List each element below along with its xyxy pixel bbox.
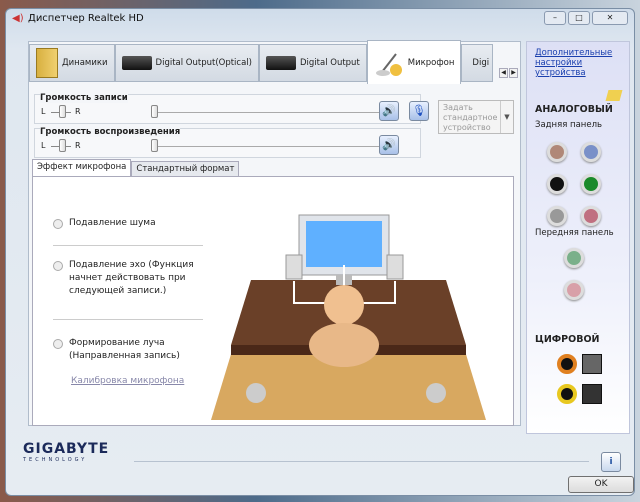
rear-audio-jack[interactable] bbox=[547, 206, 567, 226]
mic-effects-pane: Подавление шума Подавление эхо (Функция … bbox=[32, 176, 514, 426]
rear-audio-jack[interactable] bbox=[581, 142, 601, 162]
realtek-window: ◀) Диспетчер Realtek HD – □ ✕ Динамики D… bbox=[5, 8, 635, 496]
left-label: L bbox=[41, 107, 46, 116]
gigabyte-logo: GIGABYTE TECHNOLOGY bbox=[23, 441, 110, 463]
recording-volume-slider[interactable] bbox=[151, 105, 158, 118]
info-button[interactable]: i bbox=[601, 452, 621, 472]
front-audio-jack[interactable] bbox=[564, 280, 584, 300]
beamforming-option[interactable]: Формирование луча (Направленная запись) bbox=[53, 337, 213, 363]
tab-speakers[interactable]: Динамики bbox=[29, 44, 115, 82]
room-illustration bbox=[211, 214, 486, 420]
calibrate-microphone-link[interactable]: Калибровка микрофона bbox=[71, 376, 184, 386]
analog-heading: АНАЛОГОВЫЙ bbox=[535, 104, 613, 115]
playback-balance-slider[interactable] bbox=[59, 139, 66, 152]
recording-balance-slider[interactable] bbox=[59, 105, 66, 118]
microphone-boost-button[interactable]: 🎙 bbox=[409, 101, 429, 121]
main-panel: Динамики Digital Output(Optical) Digital… bbox=[28, 40, 521, 426]
noise-suppression-radio[interactable] bbox=[53, 219, 63, 229]
tab-label: Digi bbox=[472, 58, 490, 68]
tab-scroll-left[interactable]: ◀ bbox=[499, 68, 508, 78]
recording-mute-button[interactable]: 🔊 bbox=[379, 101, 399, 121]
echo-cancellation-radio[interactable] bbox=[53, 261, 63, 271]
tab-digital-optical[interactable]: Digital Output(Optical) bbox=[114, 44, 259, 82]
ok-button[interactable]: OK bbox=[568, 476, 634, 493]
device-icon bbox=[121, 56, 152, 70]
noise-suppression-option[interactable]: Подавление шума bbox=[53, 217, 203, 230]
folder-icon[interactable] bbox=[605, 90, 623, 101]
beamforming-radio[interactable] bbox=[53, 339, 63, 349]
digital-heading: ЦИФРОВОЙ bbox=[535, 334, 600, 345]
option-label: Подавление шума bbox=[69, 218, 156, 228]
tab-digital-more[interactable]: Digi bbox=[461, 44, 494, 82]
coaxial-yellow-jack[interactable] bbox=[557, 384, 577, 404]
recording-volume-group: Громкость записи L R bbox=[34, 93, 421, 124]
rear-audio-jack[interactable] bbox=[581, 174, 601, 194]
set-default-device-dropdown[interactable]: Задать стандартное устройство ▼ bbox=[438, 100, 514, 134]
tab-default-format[interactable]: Стандартный формат bbox=[131, 161, 240, 176]
coaxial-orange-jack[interactable] bbox=[557, 354, 577, 374]
tab-mic-effects[interactable]: Эффект микрофона bbox=[32, 159, 132, 176]
front-audio-jack[interactable] bbox=[564, 248, 584, 268]
chevron-down-icon: ▼ bbox=[500, 101, 513, 133]
microphone-icon bbox=[375, 52, 402, 76]
tab-digital-output[interactable]: Digital Output bbox=[258, 44, 367, 82]
right-label: R bbox=[75, 141, 81, 150]
front-panel-label: Передняя панель bbox=[535, 228, 614, 238]
recording-volume-label: Громкость записи bbox=[40, 93, 128, 103]
device-icon bbox=[265, 56, 296, 70]
tab-scroll-right[interactable]: ▶ bbox=[509, 68, 518, 78]
close-button[interactable]: ✕ bbox=[592, 11, 628, 25]
option-label: Подавление эхо (Функция начнет действова… bbox=[69, 260, 194, 296]
rear-audio-jack[interactable] bbox=[547, 142, 567, 162]
tab-label: Микрофон bbox=[407, 57, 455, 68]
window-title: Диспетчер Realtek HD bbox=[28, 13, 144, 24]
tab-label: Digital Output bbox=[299, 58, 360, 68]
playback-volume-slider[interactable] bbox=[151, 139, 158, 152]
left-label: L bbox=[41, 141, 46, 150]
echo-cancellation-option[interactable]: Подавление эхо (Функция начнет действова… bbox=[53, 259, 213, 298]
maximize-button[interactable]: □ bbox=[568, 11, 590, 25]
right-label: R bbox=[75, 107, 81, 116]
playback-volume-label: Громкость воспроизведения bbox=[40, 127, 181, 137]
speaker-icon: ◀) bbox=[12, 13, 24, 24]
rear-audio-jack[interactable] bbox=[547, 174, 567, 194]
tab-microphone[interactable]: Микрофон bbox=[366, 40, 462, 84]
rear-panel-label: Задняя панель bbox=[535, 120, 603, 130]
minimize-button[interactable]: – bbox=[544, 11, 566, 25]
tab-label: Digital Output(Optical) bbox=[155, 58, 252, 68]
advanced-device-settings-link[interactable]: Дополнительные настройки устройства bbox=[535, 48, 629, 78]
device-side-panel: Дополнительные настройки устройства АНАЛ… bbox=[526, 41, 630, 434]
optical-port-icon[interactable] bbox=[582, 354, 602, 374]
tab-label: Динамики bbox=[62, 58, 108, 68]
playback-volume-group: Громкость воспроизведения L R bbox=[34, 127, 421, 158]
rear-audio-jack[interactable] bbox=[581, 206, 601, 226]
set-default-label: Задать стандартное устройство bbox=[443, 103, 498, 132]
speakers-icon bbox=[36, 48, 58, 78]
playback-mute-button[interactable]: 🔊 bbox=[379, 135, 399, 155]
option-label: Формирование луча (Направленная запись) bbox=[69, 338, 180, 361]
optical-port-icon[interactable] bbox=[582, 384, 602, 404]
